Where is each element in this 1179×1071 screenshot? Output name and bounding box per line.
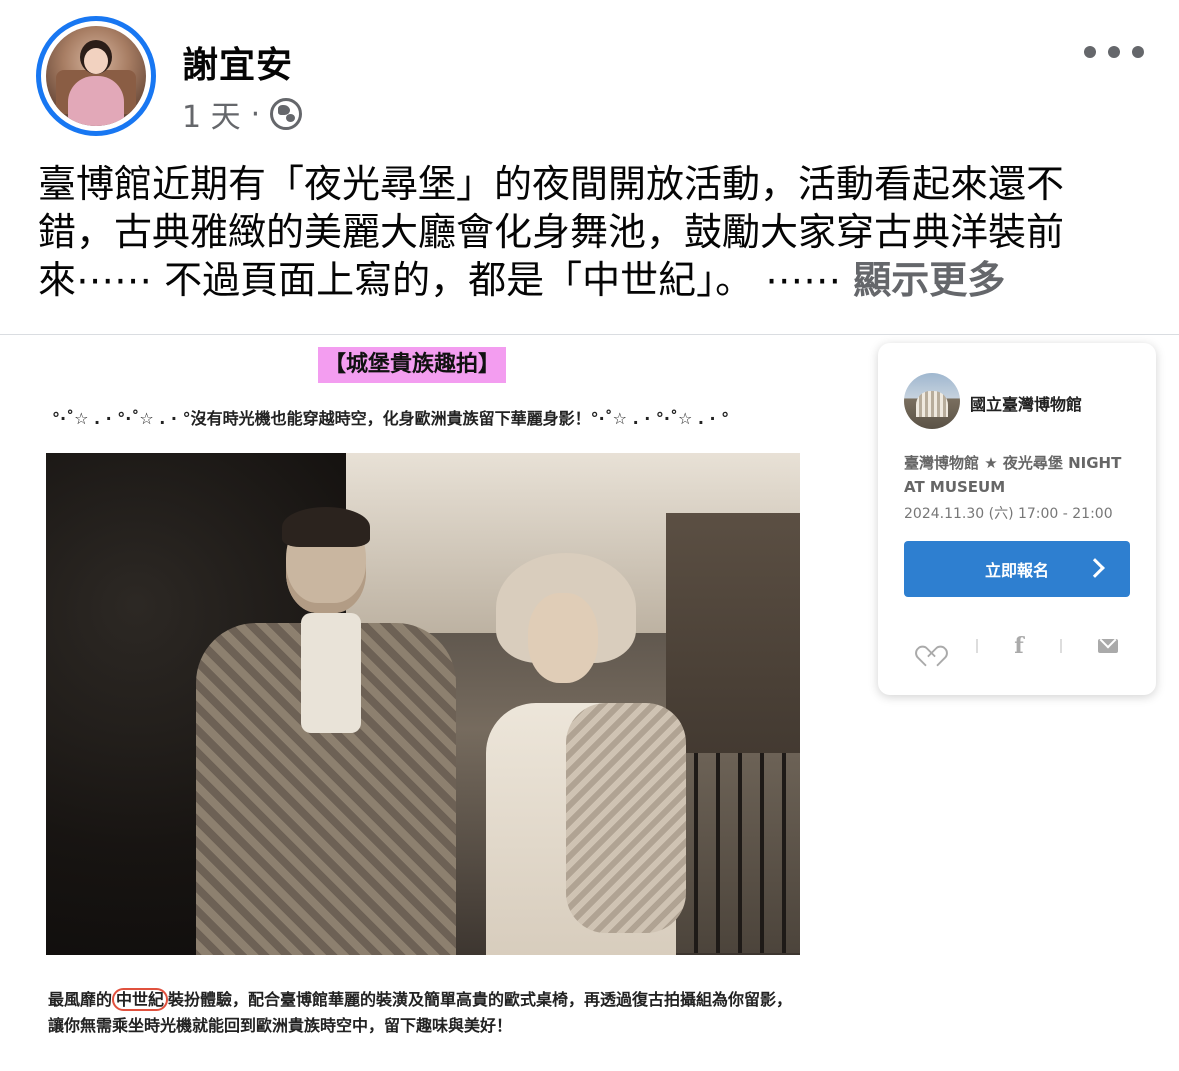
couple-photo	[46, 453, 800, 955]
divider	[1059, 639, 1062, 653]
divider	[976, 639, 979, 653]
avatar[interactable]	[36, 16, 156, 136]
meta-separator: ·	[250, 96, 261, 132]
event-date: 2024.11.30 (六) 17:00 - 21:00	[904, 506, 1113, 522]
post-meta: 1 天 ·	[182, 92, 303, 136]
post-timestamp[interactable]: 1 天	[182, 92, 241, 136]
post-image[interactable]: 【城堡貴族趣拍】 °·˚☆ . · °·˚☆ . · °沒有時光機也能穿越時空，…	[0, 334, 1179, 1071]
image-caption: 最風靡的 中世紀 裝扮體驗，配合臺博館華麗的裝潢及簡單高貴的歐式桌椅，再透過復古拍攝…	[48, 987, 808, 1039]
more-horizontal-icon	[1084, 46, 1096, 58]
event-title: 臺灣博物館 ★ 夜光尋堡 NIGHT AT MUSEUM	[904, 454, 1122, 496]
author-name[interactable]: 謝宜安	[182, 36, 293, 88]
image-heading: 【城堡貴族趣拍】	[318, 347, 507, 383]
post-header: 謝宜安 1 天 ·	[0, 0, 1179, 150]
facebook-icon[interactable]: f	[1014, 633, 1023, 659]
card-actions: f	[918, 631, 1118, 661]
caption-before: 最風靡的	[48, 990, 113, 1009]
more-options-button[interactable]	[1084, 34, 1144, 70]
chevron-right-icon	[1085, 558, 1105, 578]
woman-figure	[466, 553, 686, 955]
register-label: 立即報名	[984, 561, 1049, 580]
more-dot	[1108, 46, 1120, 58]
see-more-link[interactable]: 顯示更多	[853, 258, 1005, 302]
register-button[interactable]: 立即報名	[904, 541, 1130, 597]
post-text: 臺博館近期有「夜光尋堡」的夜間開放活動，活動看起來還不錯，古典雅緻的美麗大廳會化…	[38, 160, 1138, 304]
globe-icon[interactable]	[270, 98, 303, 130]
image-subline: °·˚☆ . · °·˚☆ . · °沒有時光機也能穿越時空，化身歐洲貴族留下華…	[52, 409, 730, 428]
caption-highlight: 中世紀	[112, 988, 169, 1011]
org-name: 國立臺灣博物館	[970, 395, 1083, 414]
man-figure	[196, 507, 456, 955]
event-card: 國立臺灣博物館 臺灣博物館 ★ 夜光尋堡 NIGHT AT MUSEUM 202…	[878, 343, 1156, 695]
more-dot	[1132, 46, 1144, 58]
mail-icon[interactable]	[1097, 639, 1118, 653]
museum-logo	[904, 373, 960, 429]
avatar-image	[46, 26, 146, 126]
heart-icon[interactable]	[918, 635, 940, 657]
